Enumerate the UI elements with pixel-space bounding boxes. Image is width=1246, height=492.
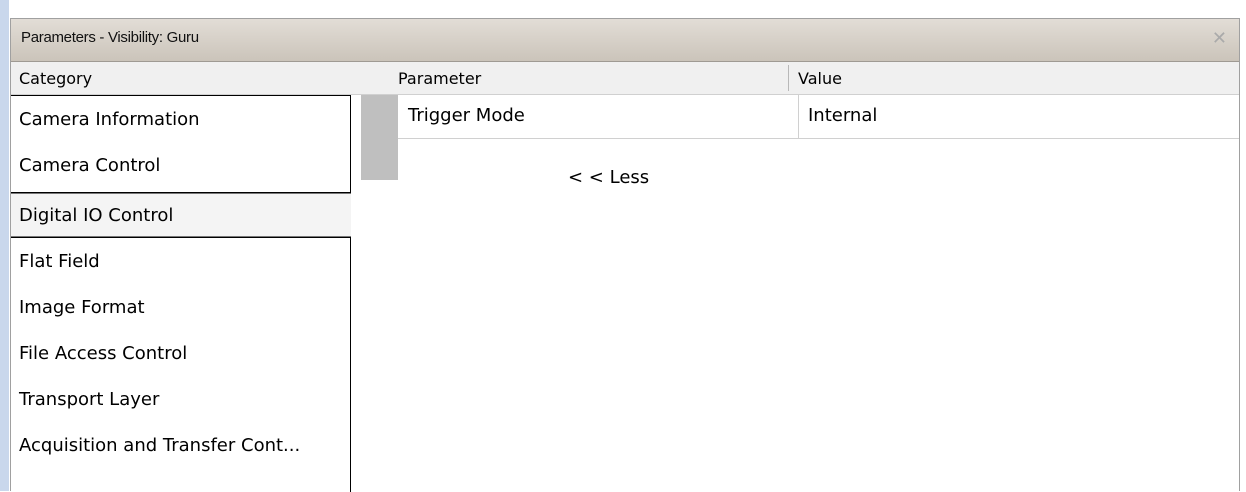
- category-item-flat-field[interactable]: Flat Field: [19, 239, 100, 285]
- close-icon[interactable]: ✕: [1212, 28, 1227, 49]
- table-row[interactable]: Trigger Mode Internal: [398, 95, 1239, 139]
- parameter-value[interactable]: Internal: [808, 105, 877, 126]
- less-link[interactable]: < < Less: [568, 167, 649, 188]
- category-item-file-access-control[interactable]: File Access Control: [19, 331, 187, 377]
- parameters-panel: Parameters - Visibility: Guru ✕ Category…: [10, 18, 1240, 492]
- category-header[interactable]: Category: [19, 69, 92, 88]
- value-header[interactable]: Value: [798, 69, 842, 88]
- panel-titlebar[interactable]: Parameters - Visibility: Guru ✕: [11, 19, 1239, 62]
- window-edge-strip: [0, 0, 9, 491]
- column-headers: Category Parameter Value: [11, 62, 1239, 95]
- column-divider[interactable]: [788, 65, 789, 91]
- category-item-transport-layer[interactable]: Transport Layer: [19, 377, 159, 423]
- category-item-camera-control[interactable]: Camera Control: [19, 143, 160, 189]
- category-list: Camera Information Camera Control Digita…: [11, 95, 361, 492]
- category-item-camera-information[interactable]: Camera Information: [19, 97, 200, 143]
- parameter-grid: Trigger Mode Internal < < Less: [361, 95, 1239, 492]
- cell-divider: [798, 95, 799, 139]
- parameter-name: Trigger Mode: [408, 105, 525, 126]
- row-header[interactable]: [361, 95, 398, 180]
- category-item-image-format[interactable]: Image Format: [19, 285, 145, 331]
- category-item-acquisition-and-transfer-control[interactable]: Acquisition and Transfer Cont...: [19, 423, 300, 469]
- panel-title: Parameters - Visibility: Guru: [21, 29, 199, 46]
- category-item-digital-io-control[interactable]: Digital IO Control: [19, 193, 173, 239]
- parameter-header[interactable]: Parameter: [398, 69, 481, 88]
